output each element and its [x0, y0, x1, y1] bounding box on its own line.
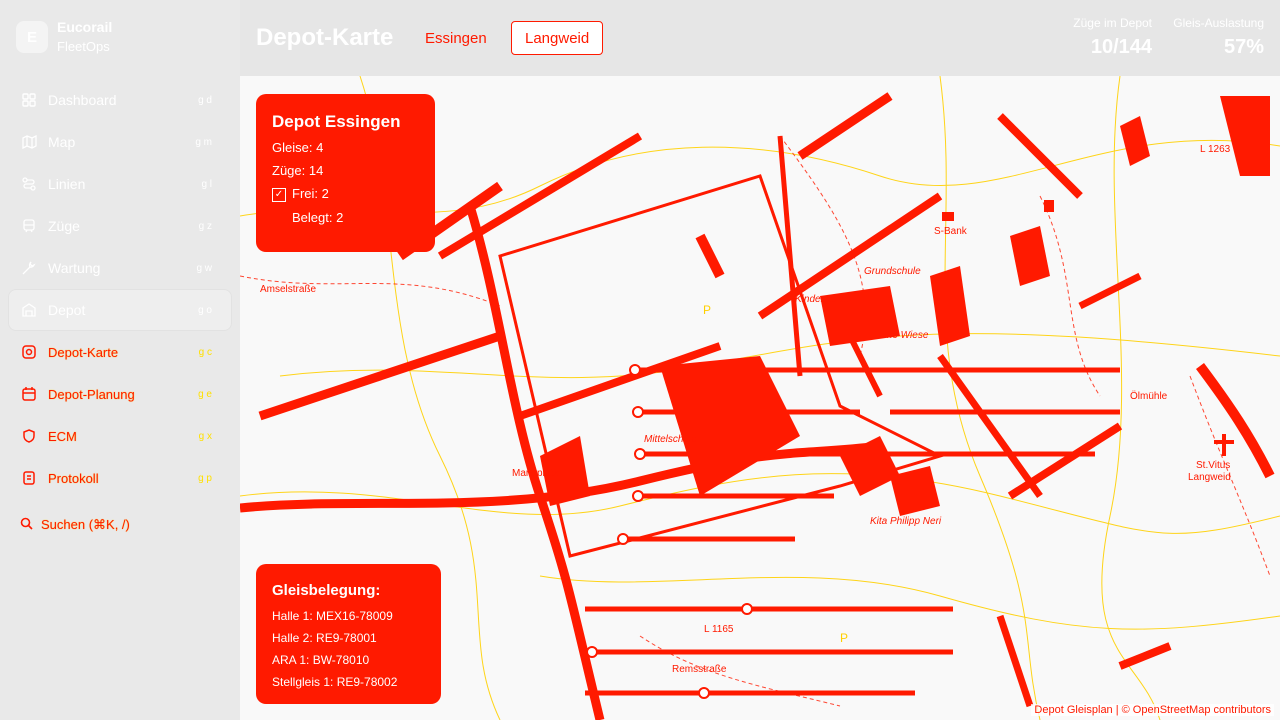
shortcut-hint: g x	[198, 430, 212, 442]
depot-info-panel: Depot Essingen Gleise: 4 Züge: 14 ✓ Frei:…	[256, 94, 435, 252]
depot-icon	[20, 301, 38, 319]
sidebar-item-dashboard[interactable]: Dashboard g d	[8, 79, 232, 121]
label-oelmuehle: Ölmühle	[1130, 390, 1168, 402]
sidebar-item-label: Wartung	[48, 260, 101, 276]
panel-zuege: Züge: 14	[272, 163, 324, 178]
shortcut-hint: g o	[198, 304, 212, 316]
parking-icon: P	[703, 303, 711, 317]
panel-frei-row[interactable]: ✓ Frei: 2	[272, 186, 419, 202]
sidebar-item-linien[interactable]: Linien g l	[8, 163, 232, 205]
search-button[interactable]: Suchen (⌘K, /)	[20, 517, 130, 533]
tab-langweid[interactable]: Langweid	[511, 21, 604, 55]
shortcut-hint: g c	[198, 346, 212, 358]
sidebar-nav: Dashboard g d Map g m Linien g l Züge g …	[8, 79, 232, 499]
panel-title: Depot Essingen	[272, 112, 401, 131]
label-kita: Kita Philipp Neri	[870, 516, 942, 527]
panel-gleise: Gleise: 4	[272, 140, 324, 155]
panel-frei: Frei: 2	[292, 186, 329, 201]
brand-logo: E	[16, 21, 48, 53]
shortcut-hint: g p	[198, 472, 212, 484]
label-langweid: Langweid	[1188, 472, 1231, 483]
checkbox-icon[interactable]: ✓	[272, 187, 286, 202]
wrench-icon	[20, 259, 38, 277]
label-grundschule: Grundschule	[864, 266, 921, 277]
sidebar-item-protokoll[interactable]: Protokoll g p	[8, 457, 232, 499]
gleis-row: Halle 2: RE9-78001	[272, 631, 377, 645]
brand[interactable]: E Eucorail FleetOps	[16, 18, 112, 56]
gleis-row: ARA 1: BW-78010	[272, 653, 370, 667]
sidebar-item-label: ECM	[48, 428, 77, 444]
sidebar-item-label: Depot-Planung	[48, 386, 135, 402]
shortcut-hint: g d	[198, 94, 212, 106]
label-road-l1263: L 1263	[1200, 144, 1231, 155]
stat-zuege-im-depot: Züge im Depot 10/144	[1073, 16, 1152, 59]
parking-icon: P	[840, 631, 848, 645]
sidebar-item-wartung[interactable]: Wartung g w	[8, 247, 232, 289]
page-title: Depot-Karte	[256, 24, 394, 51]
sidebar-item-label: Map	[48, 134, 76, 150]
shield-icon	[20, 427, 38, 445]
label-hohe-wiese: Höhe Wiese	[874, 330, 929, 341]
shortcut-hint: g m	[195, 136, 212, 148]
map-icon	[20, 133, 38, 151]
gleis-row: Halle 1: MEX16-78009	[272, 609, 393, 623]
sidebar-item-zuege[interactable]: Züge g z	[8, 205, 232, 247]
bank-icon	[942, 212, 954, 221]
label-marktplatz: Marktplatz	[512, 468, 558, 479]
poi-icon	[1044, 200, 1054, 212]
gleis-row: Stellgleis 1: RE9-78002	[272, 675, 398, 689]
label-st-vitus: St.Vitus	[1196, 460, 1230, 471]
shortcut-hint: g w	[196, 262, 212, 274]
shortcut-hint: g e	[198, 388, 212, 400]
sidebar-item-label: Depot-Karte	[48, 344, 119, 360]
route-icon	[20, 175, 38, 193]
shortcut-hint: g l	[201, 178, 212, 190]
sidebar-item-depot-karte[interactable]: Depot-Karte g c	[8, 331, 232, 373]
brand-name: Eucorail	[57, 19, 113, 35]
gleisbelegung-panel: Gleisbelegung: Halle 1: MEX16-78009 Hall…	[256, 564, 441, 704]
calendar-icon	[20, 385, 38, 403]
sidebar-item-label: Züge	[48, 218, 80, 234]
grid-icon	[20, 91, 38, 109]
label-amselstrasse: Amselstraße	[260, 284, 317, 295]
sidebar-item-label: Dashboard	[48, 92, 117, 108]
search-label: Suchen (⌘K, /)	[41, 517, 130, 532]
train-icon	[20, 217, 38, 235]
stat-label: Züge im Depot	[1073, 16, 1152, 30]
label-bank: S-Bank	[934, 226, 968, 237]
stat-value: 57%	[1223, 36, 1264, 58]
sidebar-item-ecm[interactable]: ECM g x	[8, 415, 232, 457]
sidebar-item-label: Linien	[48, 176, 86, 192]
stat-value: 10/144	[1090, 36, 1152, 58]
panel-title: Gleisbelegung:	[272, 582, 381, 599]
stat-gleis-auslastung: Gleis-Auslastung 57%	[1173, 16, 1264, 59]
sidebar-item-depot[interactable]: Depot g o	[8, 289, 232, 331]
label-mittelschule: Mittelschule	[644, 434, 697, 445]
label-remsstrasse: Remsstraße	[672, 664, 727, 675]
map-attribution[interactable]: Depot Gleisplan | © OpenStreetMap contri…	[1031, 704, 1274, 716]
sidebar: E Eucorail FleetOps Dashboard g d Map g …	[0, 0, 240, 720]
map-pin-icon	[20, 343, 38, 361]
sidebar-item-map[interactable]: Map g m	[8, 121, 232, 163]
depot-map[interactable]: P P Mittelschule Grundschule Kindergarte…	[240, 76, 1280, 720]
tab-essingen[interactable]: Essingen	[412, 21, 500, 55]
header: Depot-Karte Essingen Langweid Züge im De…	[240, 0, 1280, 76]
sidebar-item-depot-planung[interactable]: Depot-Planung g e	[8, 373, 232, 415]
search-icon	[20, 517, 33, 533]
log-icon	[20, 469, 38, 487]
sidebar-item-label: Depot	[48, 302, 86, 318]
label-road-l1165: L 1165	[704, 624, 734, 635]
stat-label: Gleis-Auslastung	[1173, 16, 1264, 30]
label-kindergarten: Kindergarten	[795, 294, 853, 305]
brand-sub: FleetOps	[57, 39, 110, 54]
shortcut-hint: g z	[198, 220, 212, 232]
panel-belegt: Belegt: 2	[292, 209, 344, 225]
sidebar-item-label: Protokoll	[48, 470, 99, 486]
